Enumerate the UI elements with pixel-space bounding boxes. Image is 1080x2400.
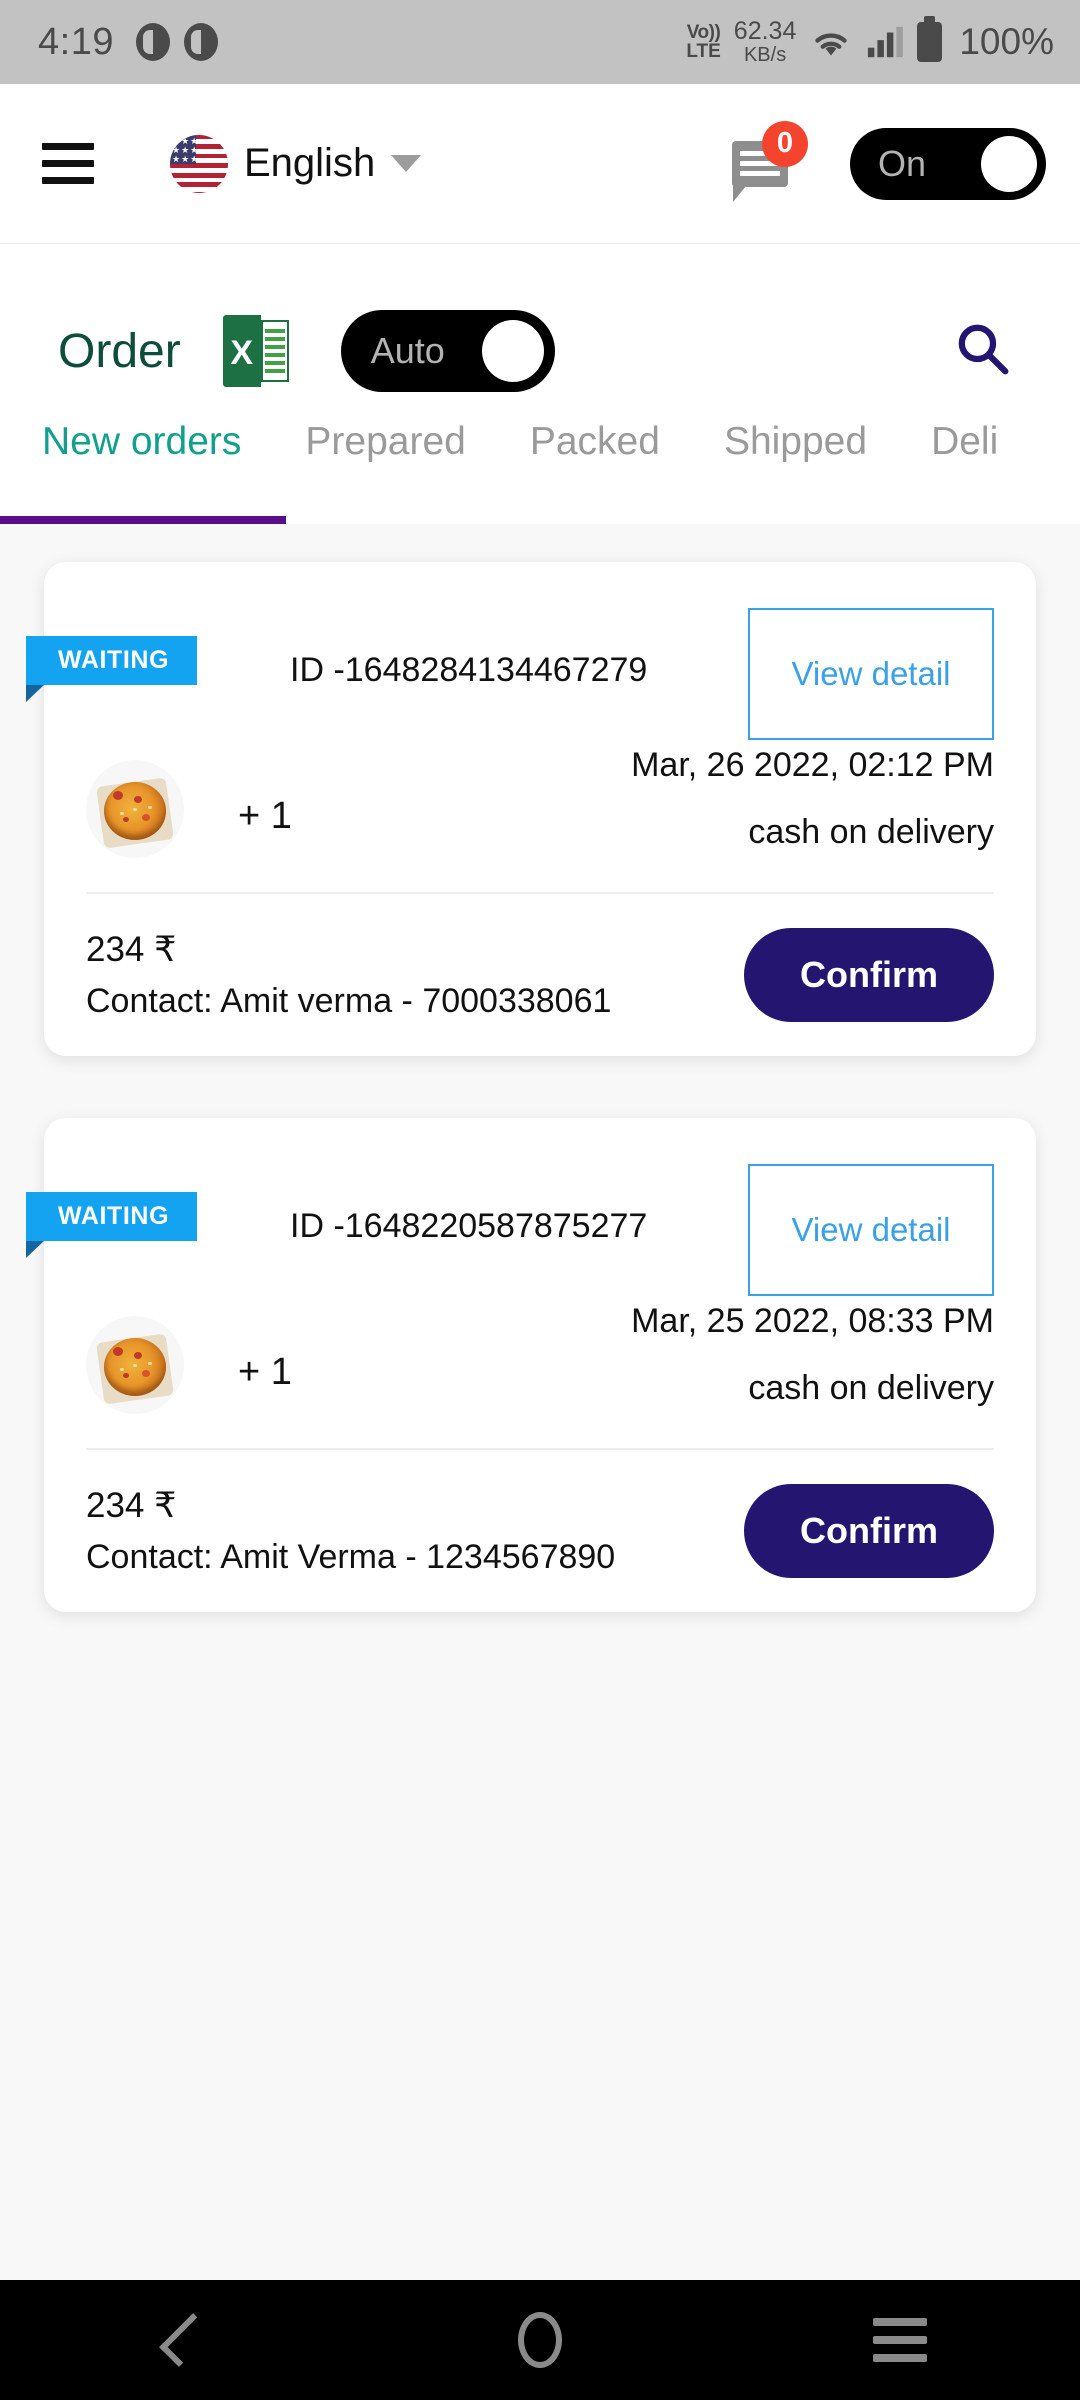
status-badge: WAITING (26, 1192, 198, 1258)
order-card-body: + 1 Mar, 26 2022, 02:12 PM cash on deliv… (44, 742, 1036, 858)
flag-canton: ★★★ ★★★ ★★★ (170, 134, 196, 164)
network-speed-value: 62.34 (733, 17, 797, 46)
order-item-preview: + 1 (44, 742, 292, 858)
wifi-icon (815, 33, 848, 56)
do-not-disturb-icon (183, 23, 218, 61)
order-contact: Contact: Amit verma - 7000338061 (86, 981, 612, 1020)
order-status-tabs: New orders Prepared Packed Shipped Deli (0, 394, 1080, 524)
language-label: English (244, 141, 376, 185)
status-badge: WAITING (26, 636, 198, 702)
volte-icon: Vo)) LTE (686, 23, 720, 61)
tab-shipped[interactable]: Shipped (724, 394, 867, 464)
confirm-button[interactable]: Confirm (744, 928, 994, 1022)
order-card-footer: 234 ₹ Contact: Amit Verma - 1234567890 C… (44, 1450, 1036, 1578)
order-card[interactable]: WAITING ID -1648220587875277 View detail… (26, 1118, 1036, 1612)
volte-line-2: LTE (686, 41, 721, 62)
order-date: Mar, 25 2022, 08:33 PM (631, 1302, 994, 1340)
volte-line-1: Vo)) (686, 22, 721, 43)
battery-percent-label: 100% (959, 21, 1054, 62)
order-card[interactable]: WAITING ID -1648284134467279 View detail… (26, 562, 1036, 1056)
language-selector[interactable]: ★★★ ★★★ ★★★ English (170, 134, 422, 193)
active-tab-indicator (0, 516, 286, 524)
do-not-disturb-icon (135, 23, 170, 61)
chat-badge-count: 0 (762, 120, 808, 167)
hamburger-bar (42, 177, 94, 184)
tab-delivered[interactable]: Deli (931, 394, 998, 464)
pizza-shape (104, 1338, 166, 1396)
status-bar-clock: 4:19 (38, 20, 114, 63)
excel-export-icon[interactable]: X (222, 315, 289, 387)
auto-accept-toggle-label: Auto (370, 330, 445, 371)
status-bar-notification-icons (135, 23, 218, 61)
order-list: WAITING ID -1648284134467279 View detail… (0, 524, 1080, 2280)
battery-icon (917, 16, 943, 62)
view-detail-button[interactable]: View detail (748, 608, 994, 740)
tab-prepared[interactable]: Prepared (305, 394, 465, 464)
hamburger-bar (42, 160, 94, 167)
store-status-toggle-label: On (878, 142, 927, 184)
order-item-quantity: + 1 (238, 1350, 292, 1393)
page-title: Order (58, 324, 181, 378)
pizza-shape (104, 782, 166, 840)
view-detail-button[interactable]: View detail (748, 1164, 994, 1296)
excel-icon-letter: X (222, 315, 261, 387)
confirm-button[interactable]: Confirm (744, 1484, 994, 1578)
tab-new-orders[interactable]: New orders (42, 394, 241, 464)
order-payment-method: cash on delivery (748, 1369, 994, 1407)
status-bar-system-icons: Vo)) LTE 62.34 KB/s 100% (686, 16, 1054, 65)
auto-accept-toggle[interactable]: Auto (340, 310, 555, 392)
recents-menu-icon (873, 2318, 927, 2362)
hamburger-menu-icon[interactable] (42, 143, 94, 184)
order-card-footer: 234 ₹ Contact: Amit verma - 7000338061 C… (44, 894, 1036, 1022)
recents-button[interactable] (830, 2295, 970, 2385)
order-card-body: + 1 Mar, 25 2022, 08:33 PM cash on deliv… (44, 1298, 1036, 1414)
back-button[interactable] (110, 2295, 250, 2385)
order-meta: Mar, 25 2022, 08:33 PM cash on delivery (631, 1298, 994, 1408)
order-meta: Mar, 26 2022, 02:12 PM cash on delivery (631, 742, 994, 852)
order-price: 234 ₹ (86, 1485, 177, 1525)
network-speed-indicator: 62.34 KB/s (734, 18, 797, 65)
order-contact: Contact: Amit Verma - 1234567890 (86, 1537, 616, 1576)
order-payment-method: cash on delivery (748, 813, 994, 851)
android-navigation-bar (0, 2280, 1080, 2400)
status-bar: 4:19 Vo)) LTE 62.34 KB/s 100% (0, 0, 1080, 84)
chevron-down-icon[interactable] (391, 155, 422, 172)
back-chevron-icon (159, 2313, 213, 2367)
home-button[interactable] (470, 2295, 610, 2385)
phone-screen: 4:19 Vo)) LTE 62.34 KB/s 100% ★★★ ★★★ ★★… (0, 0, 1080, 2400)
pizza-thumbnail (86, 1316, 184, 1414)
order-date: Mar, 26 2022, 02:12 PM (631, 746, 994, 784)
order-item-quantity: + 1 (238, 794, 292, 837)
app-header: ★★★ ★★★ ★★★ English 0 On (0, 84, 1080, 244)
order-item-preview: + 1 (44, 1298, 292, 1414)
order-toolbar: Order X Auto (0, 244, 1080, 394)
store-status-toggle[interactable]: On (850, 127, 1046, 200)
us-flag-icon: ★★★ ★★★ ★★★ (170, 134, 228, 193)
signal-icon (868, 26, 904, 58)
tab-packed[interactable]: Packed (530, 394, 660, 464)
home-circle-icon (518, 2312, 562, 2368)
order-summary: 234 ₹ Contact: Amit verma - 7000338061 (86, 930, 744, 1021)
search-icon[interactable] (954, 320, 1012, 383)
network-speed-unit: KB/s (743, 43, 787, 66)
pizza-thumbnail (86, 760, 184, 858)
order-price: 234 ₹ (86, 929, 177, 969)
excel-icon-grid (260, 320, 289, 382)
order-summary: 234 ₹ Contact: Amit Verma - 1234567890 (86, 1486, 744, 1577)
chat-message-button[interactable]: 0 (732, 120, 808, 202)
hamburger-bar (42, 143, 94, 150)
toggle-knob (981, 135, 1037, 192)
toggle-knob (481, 320, 544, 382)
